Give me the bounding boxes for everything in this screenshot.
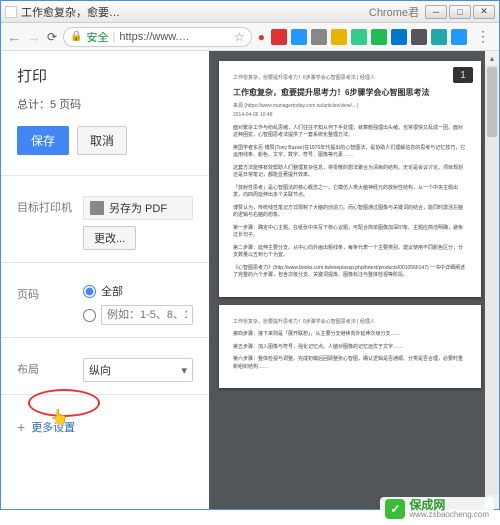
extension-icon-3[interactable] (331, 29, 347, 45)
window-maximize-button[interactable]: □ (449, 5, 471, 19)
pages-label: 页码 (17, 283, 73, 302)
extension-icon-8[interactable] (431, 29, 447, 45)
scroll-track[interactable] (485, 65, 499, 495)
back-button[interactable]: ← (7, 29, 21, 45)
extensions-bar (271, 29, 467, 45)
divider (1, 337, 209, 338)
tab-favicon (5, 6, 17, 18)
window-minimize-button[interactable]: ─ (425, 5, 447, 19)
more-settings-label: 更多设置 (31, 419, 75, 435)
record-icon[interactable]: ● (258, 30, 265, 44)
window-titlebar: 工作愈复杂，愈要… Chrome君 ─ □ ✕ (1, 1, 499, 23)
more-settings-toggle[interactable]: + 更多设置 (17, 419, 193, 435)
pages-range-option[interactable] (83, 305, 193, 325)
pages-all-option[interactable]: 全部 (83, 283, 193, 299)
layout-select[interactable]: 纵向 ▾ (83, 358, 193, 382)
save-button[interactable]: 保存 (17, 126, 69, 155)
preview-page-1: 工作愈复杂，愈要提升思考力！6步骤学会心智图思考法 | 经理人 工作愈复杂，愈要… (219, 61, 481, 297)
extension-icon-6[interactable] (391, 29, 407, 45)
doc-title: 工作愈复杂，愈要提升思考力！6步骤学会心智图思考法 (233, 87, 467, 99)
watermark-url: www.zsbaocheng.com (409, 511, 489, 519)
watermark-logo-icon: ✓ (385, 499, 405, 519)
doc-date: 2014-04-06 10:48 (233, 112, 467, 120)
pdf-icon (90, 201, 104, 215)
pages-range-radio[interactable] (83, 309, 96, 322)
layout-label: 布局 (17, 358, 73, 377)
pages-all-radio[interactable] (83, 285, 96, 298)
browser-menu-button[interactable]: ⋮ (473, 28, 493, 45)
bookmark-star-icon[interactable]: ☆ (234, 30, 245, 44)
forward-button[interactable]: → (27, 29, 41, 45)
destination-value: 另存为 PDF (83, 196, 193, 220)
address-bar[interactable]: 🔒 安全 | https://www.… ☆ (63, 27, 252, 47)
browser-toolbar: ← → ⟳ 🔒 安全 | https://www.… ☆ ● ⋮ (1, 23, 499, 51)
preview-page-2: 工作愈复杂，愈要提升思考力！6步骤学会心智图思考法 | 经理人 第四步骤：接下来… (219, 305, 481, 389)
scroll-thumb[interactable] (487, 67, 497, 137)
destination-label: 目标打印机 (17, 196, 73, 215)
preview-scrollbar[interactable]: ▴ ▾ (485, 51, 499, 509)
cancel-button[interactable]: 取消 (77, 126, 127, 155)
extension-icon-4[interactable] (351, 29, 367, 45)
reload-button[interactable]: ⟳ (47, 30, 57, 44)
extension-icon-7[interactable] (411, 29, 427, 45)
watermark: ✓ 保成网 www.zsbaocheng.com (380, 497, 494, 521)
page-number-badge: 1 (453, 67, 473, 83)
lock-icon: 🔒 (70, 31, 82, 42)
extension-icon-1[interactable] (291, 29, 307, 45)
scroll-up-button[interactable]: ▴ (485, 51, 499, 65)
extension-icon-9[interactable] (451, 29, 467, 45)
chrome-label: Chrome君 (369, 4, 419, 20)
print-sidebar: 打印 总计：5 页码 保存 取消 目标打印机 另存为 PDF 更改... (1, 51, 209, 509)
extension-icon-0[interactable] (271, 29, 287, 45)
divider (1, 394, 209, 395)
url-text: https://www.… (119, 31, 189, 43)
chevron-down-icon: ▾ (181, 364, 187, 377)
secure-label: 安全 (87, 29, 109, 45)
print-total: 总计：5 页码 (17, 96, 193, 112)
print-title: 打印 (17, 65, 193, 86)
plus-icon: + (17, 419, 25, 435)
pages-range-input[interactable] (101, 305, 193, 325)
divider (1, 175, 209, 176)
extension-icon-2[interactable] (311, 29, 327, 45)
divider (1, 262, 209, 263)
change-destination-button[interactable]: 更改... (83, 226, 136, 250)
window-close-button[interactable]: ✕ (473, 5, 495, 19)
extension-icon-5[interactable] (371, 29, 387, 45)
window-title: 工作愈复杂，愈要… (21, 4, 369, 20)
print-preview-pane: 1 工作愈复杂，愈要提升思考力！6步骤学会心智图思考法 | 经理人 工作愈复杂，… (209, 51, 499, 509)
